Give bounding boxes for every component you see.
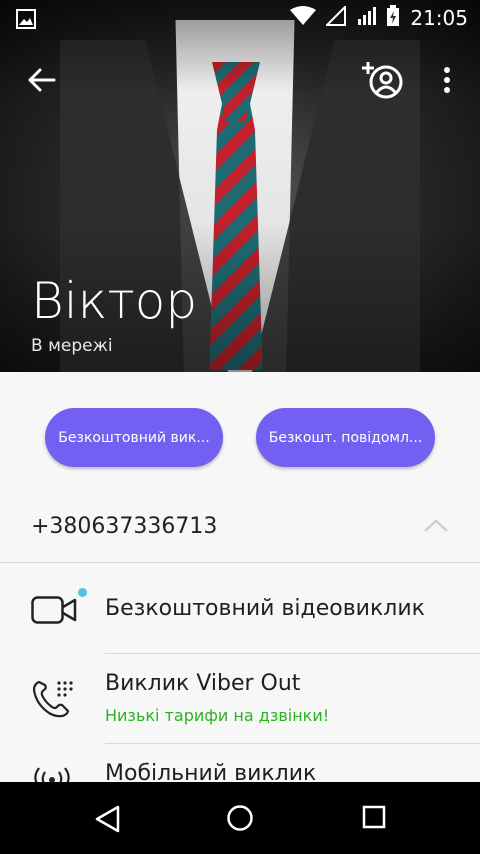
divider <box>105 653 480 654</box>
add-contact-icon[interactable] <box>360 58 408 102</box>
status-bar: 21:05 <box>0 0 480 38</box>
no-signal-icon <box>324 4 347 30</box>
battery-charging-icon <box>386 5 400 31</box>
nav-home-icon[interactable] <box>226 804 254 832</box>
viber-out-label: Виклик Viber Out <box>105 671 301 696</box>
new-badge-dot <box>78 588 87 597</box>
free-call-button[interactable]: Безкоштовний вик... <box>45 408 223 467</box>
nav-back-icon[interactable] <box>93 804 123 834</box>
free-message-button[interactable]: Безкошт. повідомл... <box>256 408 435 467</box>
gallery-notification-icon <box>16 9 36 33</box>
wifi-icon <box>290 6 317 30</box>
phone-dial-icon <box>31 678 73 724</box>
divider <box>0 562 480 563</box>
back-arrow-icon[interactable] <box>24 62 64 98</box>
top-action-bar <box>0 50 480 110</box>
divider <box>105 743 480 744</box>
viber-out-promo: Низькі тарифи на дзвінки! <box>105 706 330 725</box>
phone-number[interactable]: +380637336713 <box>31 514 217 539</box>
system-navigation-bar <box>0 782 480 854</box>
chevron-up-icon[interactable] <box>422 516 450 536</box>
more-options-icon[interactable] <box>434 62 460 98</box>
video-camera-icon <box>31 596 77 628</box>
video-call-label: Безкоштовний відеовиклик <box>105 596 425 621</box>
signal-icon <box>356 6 377 30</box>
contact-name: Віктор <box>31 272 198 330</box>
presence-status: В мережі <box>31 336 113 356</box>
status-clock: 21:05 <box>410 6 468 30</box>
nav-recents-icon[interactable] <box>362 805 386 829</box>
